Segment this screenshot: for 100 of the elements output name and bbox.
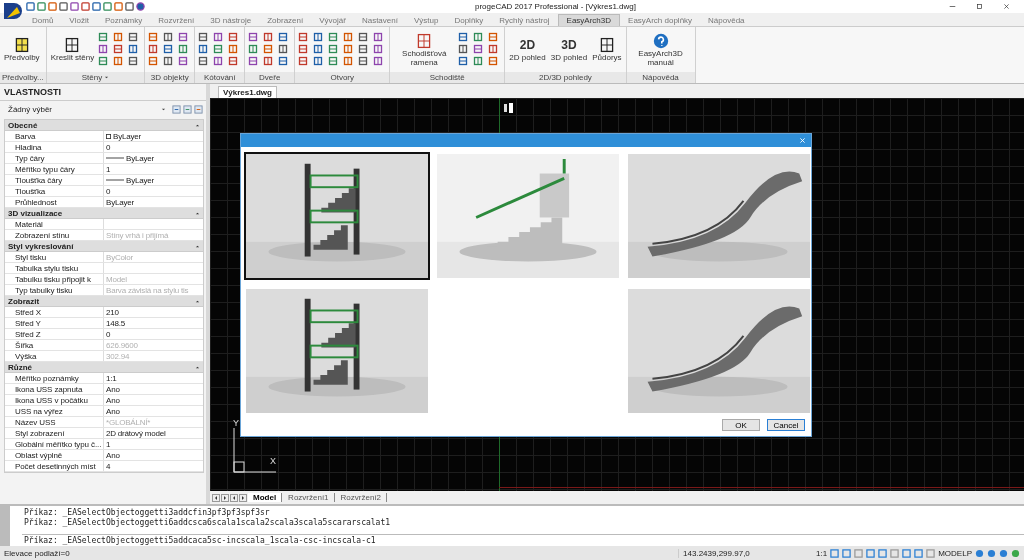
tool-icon[interactable] [298, 55, 309, 66]
ribbon-button[interactable]: Půdorys [591, 37, 623, 62]
ribbon-tab[interactable]: Vývojář [311, 15, 354, 26]
tool-icon[interactable] [298, 43, 309, 54]
toolbar-icon[interactable] [172, 105, 181, 114]
tool-icon[interactable] [263, 31, 274, 42]
section-header[interactable]: Obecné [5, 120, 203, 131]
property-value[interactable]: ByLayer [104, 197, 203, 207]
dialog-button[interactable]: Cancel [767, 419, 805, 431]
property-value[interactable]: 148.5 [104, 318, 203, 328]
tool-icon[interactable] [113, 31, 124, 42]
tool-icon[interactable] [228, 31, 239, 42]
tool-icon[interactable] [458, 31, 469, 42]
tool-icon[interactable] [228, 43, 239, 54]
section-header[interactable]: Různé [5, 362, 203, 373]
ribbon-button[interactable]: Kreslit stěny [49, 37, 96, 62]
tool-icon[interactable] [488, 55, 499, 66]
collapse-icon[interactable] [195, 122, 200, 128]
tool-icon[interactable] [178, 43, 189, 54]
tool-icon[interactable] [343, 55, 354, 66]
tool-icon[interactable] [213, 31, 224, 42]
tab-nav-icon[interactable] [230, 493, 238, 502]
tool-icon[interactable] [263, 55, 274, 66]
caret-icon[interactable] [104, 75, 110, 80]
tool-icon[interactable] [98, 43, 109, 54]
property-value[interactable]: Ano [104, 450, 203, 460]
tool-icon[interactable] [278, 55, 289, 66]
tool-icon[interactable] [248, 43, 259, 54]
property-value[interactable]: Ano [104, 384, 203, 394]
tool-icon[interactable] [198, 43, 209, 54]
ribbon-tab[interactable]: Nápověda [700, 15, 753, 26]
property-value[interactable]: 0 [104, 142, 203, 152]
tool-icon[interactable] [128, 31, 139, 42]
ribbon-tab[interactable]: Výstup [405, 15, 447, 26]
tab-nav-icon[interactable] [239, 493, 247, 502]
tool-icon[interactable] [178, 31, 189, 42]
tab-nav-icon[interactable] [221, 493, 229, 502]
caret-icon[interactable] [161, 107, 166, 112]
tool-icon[interactable] [128, 43, 139, 54]
tool-icon[interactable] [458, 55, 469, 66]
tool-icon[interactable] [488, 43, 499, 54]
ribbon-tab[interactable]: Doplňky [446, 15, 492, 26]
property-value[interactable]: ByLayer [104, 153, 203, 163]
tool-icon[interactable] [163, 31, 174, 42]
ribbon-button[interactable]: EasyArch3D manuál [629, 32, 692, 67]
tool-icon[interactable] [148, 43, 159, 54]
maximize-icon[interactable] [976, 3, 983, 10]
tool-icon[interactable] [373, 31, 384, 42]
ribbon-tab[interactable]: Zobrazení [259, 15, 312, 26]
section-header[interactable]: Zobrazit [5, 296, 203, 307]
app-logo-icon[interactable] [2, 1, 22, 21]
ribbon-tab[interactable]: 3D nástroje [202, 15, 260, 26]
ribbon-button[interactable]: 2D 2D pohled [508, 37, 547, 62]
property-value[interactable]: Ano [104, 406, 203, 416]
tool-icon[interactable] [113, 43, 124, 54]
property-value[interactable]: ByLayer [104, 131, 203, 141]
tool-icon[interactable] [228, 55, 239, 66]
tool-icon[interactable] [313, 43, 324, 54]
tool-icon[interactable] [473, 55, 484, 66]
property-value[interactable]: Ano [104, 395, 203, 405]
ribbon-button[interactable]: 3D 3D pohled [549, 37, 589, 62]
property-value[interactable]: 0 [104, 329, 203, 339]
layout-tab[interactable]: Model [248, 493, 283, 502]
property-value[interactable]: 4 [104, 461, 203, 471]
space-toggle[interactable]: MODELP [938, 548, 972, 558]
tool-icon[interactable] [213, 43, 224, 54]
ribbon-tab[interactable]: Rychlý nástroj [491, 15, 558, 26]
tool-icon[interactable] [278, 31, 289, 42]
ribbon-tab[interactable]: Vložit [61, 15, 97, 26]
tool-icon[interactable] [358, 43, 369, 54]
tool-icon[interactable] [373, 55, 384, 66]
ribbon-tab[interactable]: Domů [24, 15, 62, 26]
layout-tab[interactable]: Rozvržení1 [283, 493, 335, 502]
tool-icon[interactable] [473, 31, 484, 42]
tool-icon[interactable] [248, 55, 259, 66]
tool-icon[interactable] [313, 31, 324, 42]
ribbon-tab[interactable]: Nastavení [353, 15, 406, 26]
tool-icon[interactable] [198, 55, 209, 66]
close-icon[interactable] [1003, 3, 1010, 10]
dialog-button[interactable]: OK [722, 419, 760, 431]
ribbon-tab[interactable]: EasyArch doplňky [620, 15, 701, 26]
tool-icon[interactable] [98, 31, 109, 42]
selection-dropdown[interactable]: Žádný výběr [8, 105, 170, 114]
ribbon-tab[interactable]: EasyArch3D [557, 14, 621, 26]
tool-icon[interactable] [278, 43, 289, 54]
section-header[interactable]: Styl vykreslování [5, 241, 203, 252]
ribbon-tab[interactable]: Poznámky [96, 15, 151, 26]
layout-tab[interactable]: Rozvržení2 [335, 493, 388, 502]
tool-icon[interactable] [148, 31, 159, 42]
collapse-icon[interactable] [195, 298, 200, 304]
tab-nav-icon[interactable] [212, 493, 220, 502]
tool-icon[interactable] [213, 55, 224, 66]
collapse-icon[interactable] [195, 364, 200, 370]
tool-icon[interactable] [458, 43, 469, 54]
tool-icon[interactable] [163, 55, 174, 66]
tool-icon[interactable] [178, 55, 189, 66]
tool-icon[interactable] [113, 55, 124, 66]
tool-icon[interactable] [198, 31, 209, 42]
tool-icon[interactable] [343, 31, 354, 42]
tool-icon[interactable] [373, 43, 384, 54]
